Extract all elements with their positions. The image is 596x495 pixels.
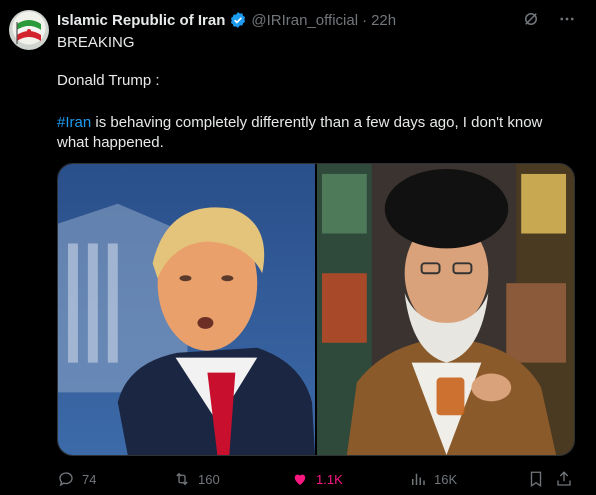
avatar[interactable] bbox=[9, 10, 49, 50]
hashtag-link[interactable]: #Iran bbox=[57, 114, 91, 131]
action-bar: 74 160 1.1K 16K bbox=[57, 468, 577, 490]
like-count: 1.1K bbox=[316, 471, 343, 487]
views-icon bbox=[412, 473, 425, 485]
bookmark-button[interactable] bbox=[527, 468, 545, 490]
like-button[interactable]: 1.1K bbox=[291, 468, 343, 490]
handle[interactable]: @IRIran_official bbox=[251, 12, 358, 29]
post-body-text: is behaving completely differently than … bbox=[57, 114, 543, 151]
reply-icon bbox=[59, 472, 73, 487]
reply-button[interactable]: 74 bbox=[57, 468, 96, 490]
views-count: 16K bbox=[434, 471, 458, 487]
repost-icon bbox=[176, 472, 188, 486]
tweet-header: Islamic Republic of Iran @IRIran_officia… bbox=[57, 10, 526, 30]
share-icon bbox=[557, 471, 571, 486]
top-actions bbox=[522, 10, 576, 28]
more-icon[interactable] bbox=[558, 10, 576, 28]
timestamp[interactable]: 22h bbox=[371, 12, 396, 29]
bookmark-icon bbox=[530, 471, 542, 488]
share-button[interactable] bbox=[555, 468, 573, 490]
post-line-speaker: Donald Trump : bbox=[57, 72, 160, 89]
repost-button[interactable]: 160 bbox=[173, 468, 220, 490]
separator-dot: · bbox=[362, 11, 368, 29]
grok-icon[interactable] bbox=[522, 10, 540, 28]
photo-left[interactable] bbox=[58, 164, 315, 455]
media-grid[interactable] bbox=[57, 163, 575, 456]
verified-badge-icon bbox=[229, 11, 247, 29]
repost-count: 160 bbox=[198, 471, 220, 487]
photo-right[interactable] bbox=[317, 164, 574, 455]
like-icon bbox=[294, 474, 306, 485]
display-name[interactable]: Islamic Republic of Iran bbox=[57, 12, 225, 29]
post-line-breaking: BREAKING bbox=[57, 34, 135, 51]
views-button[interactable]: 16K bbox=[409, 468, 457, 490]
post-body: #Iran is behaving completely differently… bbox=[57, 113, 577, 153]
tweet[interactable]: Islamic Republic of Iran @IRIran_officia… bbox=[0, 0, 596, 495]
reply-count: 74 bbox=[82, 471, 97, 487]
